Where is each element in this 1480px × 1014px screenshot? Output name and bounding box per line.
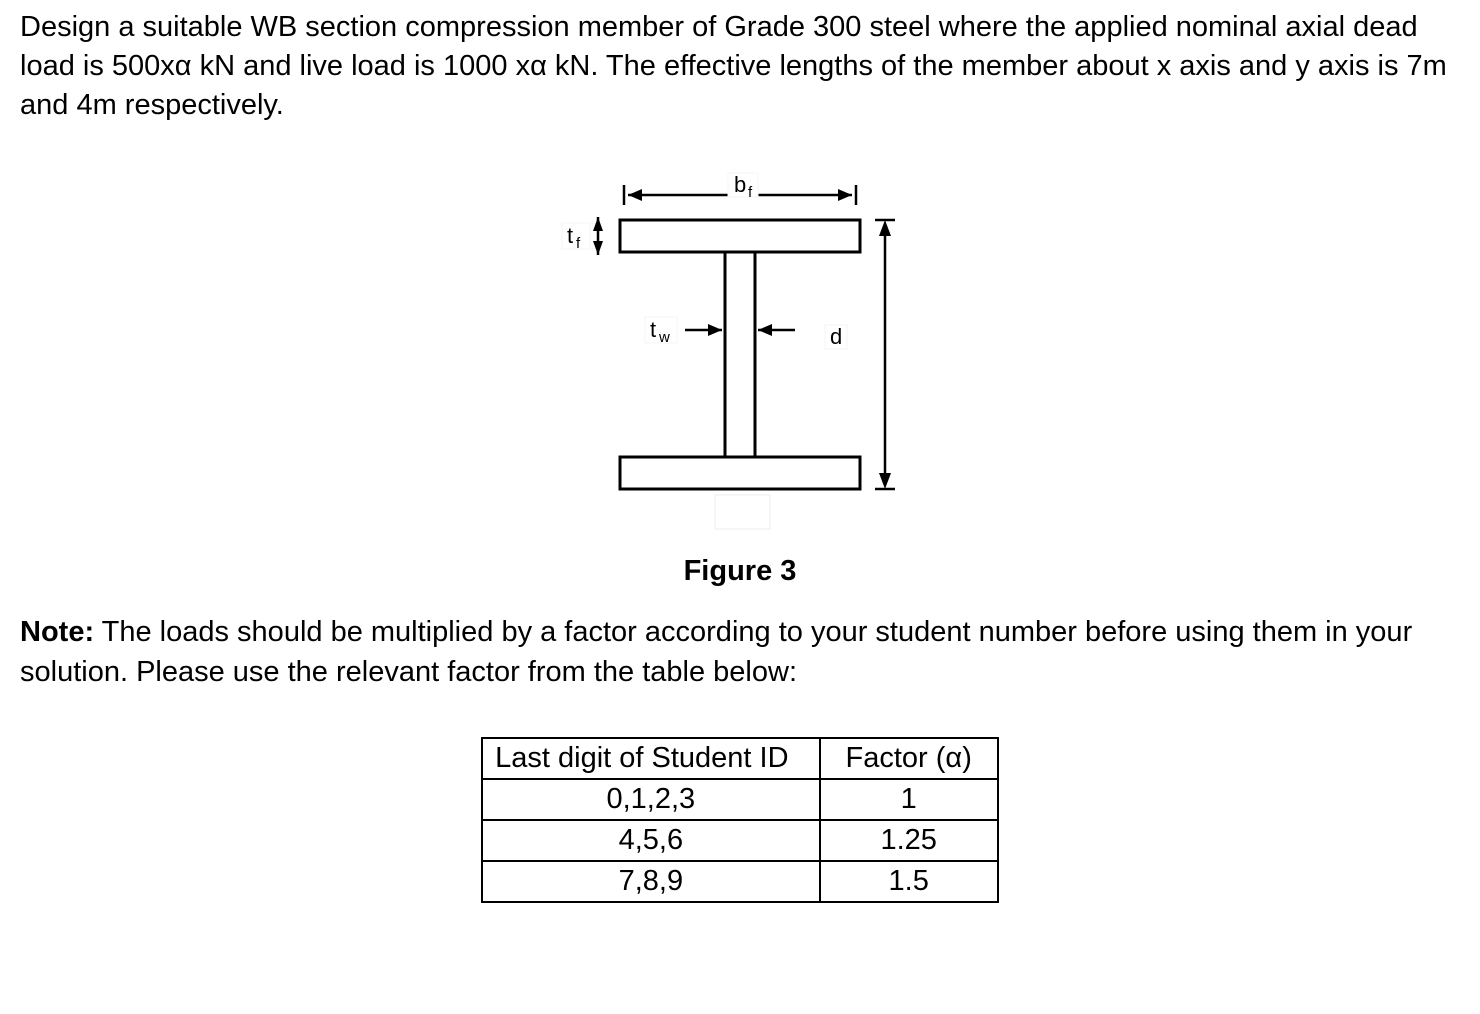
table-header-studentid: Last digit of Student ID (482, 738, 819, 779)
table-row: 7,8,9 1.5 (482, 861, 998, 902)
table-cell: 0,1,2,3 (482, 779, 819, 820)
factor-table: Last digit of Student ID Factor (α) 0,1,… (481, 737, 999, 903)
table-cell: 1.5 (820, 861, 998, 902)
ibeam-diagram: b f t f t w d (490, 165, 990, 535)
problem-statement: Design a suitable WB section compression… (20, 8, 1460, 125)
svg-text:t: t (567, 223, 573, 248)
svg-text:t: t (650, 317, 656, 342)
table-header-factor: Factor (α) (820, 738, 998, 779)
table-cell: 7,8,9 (482, 861, 819, 902)
note-label: Note: (20, 616, 94, 648)
table-cell: 4,5,6 (482, 820, 819, 861)
svg-text:w: w (658, 329, 670, 346)
table-row: 4,5,6 1.25 (482, 820, 998, 861)
note-text: Note: The loads should be multiplied by … (20, 613, 1460, 691)
figure-caption: Figure 3 (20, 555, 1460, 588)
figure-container: b f t f t w d Figure 3 (20, 165, 1460, 588)
table-cell: 1 (820, 779, 998, 820)
svg-text:b: b (734, 172, 746, 197)
table-row: 0,1,2,3 1 (482, 779, 998, 820)
note-body: The loads should be multiplied by a fact… (20, 616, 1412, 687)
table-header-row: Last digit of Student ID Factor (α) (482, 738, 998, 779)
svg-text:d: d (830, 324, 842, 349)
table-cell: 1.25 (820, 820, 998, 861)
